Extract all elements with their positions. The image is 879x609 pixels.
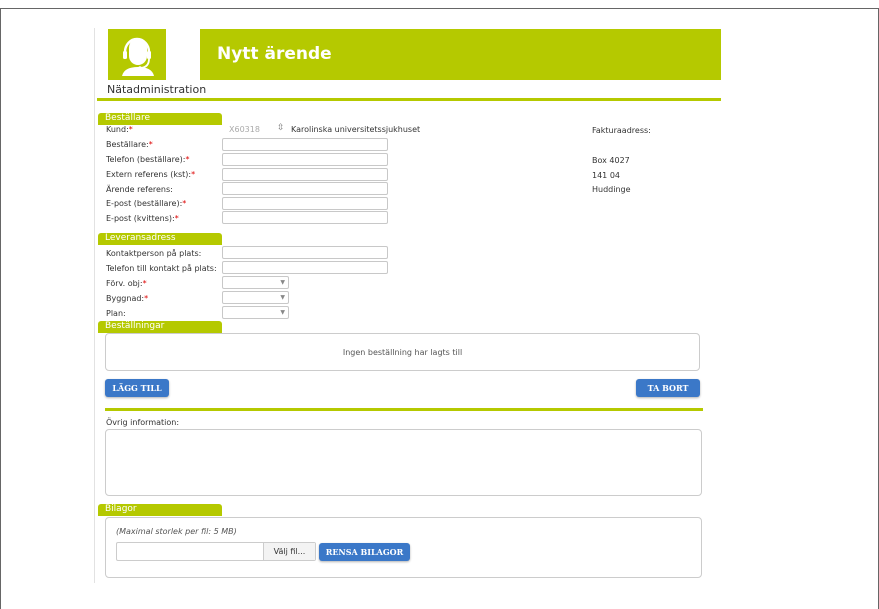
field-label-kund: Kund:* — [106, 125, 133, 134]
field-label-telefon-kontakt: Telefon till kontakt på plats: — [106, 264, 217, 273]
orders-list: Ingen beställning har lagts till — [105, 333, 700, 371]
telefon-kontakt-input[interactable] — [222, 261, 388, 274]
telefon-input[interactable] — [222, 153, 388, 166]
page-subtitle: Nätadministration — [107, 83, 207, 96]
extern-referens-input[interactable] — [222, 168, 388, 181]
section-bestallningar: Beställningar — [98, 321, 222, 332]
fakturaadress-line3: Huddinge — [592, 185, 631, 194]
field-label-bestallare: Beställare:* — [106, 140, 153, 149]
field-label-plan: Plan: — [106, 309, 126, 318]
fakturaadress-line1: Box 4027 — [592, 156, 630, 165]
chevron-down-icon: ▼ — [280, 279, 285, 286]
orders-divider — [105, 408, 703, 411]
chevron-down-icon: ▼ — [280, 309, 285, 316]
epost-bestallare-input[interactable] — [222, 197, 388, 210]
add-order-button[interactable]: LÄGG TILL — [105, 379, 169, 397]
arende-referens-input[interactable] — [222, 182, 388, 195]
max-size-note: (Maximal storlek per fil: 5 MB) — [116, 527, 237, 536]
field-label-epost-kvittens: E-post (kvittens):* — [106, 214, 179, 223]
fakturaadress-label: Fakturaadress: — [592, 126, 651, 135]
chevron-down-icon: ▼ — [280, 294, 285, 301]
ovrig-label: Övrig information: — [106, 418, 180, 427]
kund-name: Karolinska universitetssjukhuset — [291, 125, 421, 134]
header-divider — [97, 98, 721, 101]
orders-empty-message: Ingen beställning har lagts till — [342, 348, 463, 357]
clear-attachments-button[interactable]: RENSA BILAGOR — [319, 543, 410, 561]
epost-kvittens-input[interactable] — [222, 211, 388, 224]
kontaktperson-input[interactable] — [222, 246, 388, 259]
field-label-byggnad: Byggnad:* — [106, 294, 149, 303]
field-label-forv-obj: Förv. obj:* — [106, 279, 147, 288]
ovrig-textarea[interactable] — [105, 429, 702, 496]
plan-select[interactable]: ▼ — [222, 306, 289, 319]
choose-file-button[interactable]: Välj fil... — [263, 543, 315, 560]
section-bilagor-rule — [98, 515, 222, 516]
section-leveransadress-rule — [98, 244, 222, 245]
headset-support-icon — [122, 37, 154, 76]
left-divider — [94, 28, 95, 583]
section-leveransadress: Leveransadress — [98, 233, 222, 244]
header-bar: Nytt ärende — [200, 29, 721, 80]
remove-order-button[interactable]: TA BORT — [636, 379, 700, 397]
section-bestallare: Beställare — [98, 113, 222, 124]
field-label-extern-referens: Extern referens (kst):* — [106, 170, 196, 179]
file-input[interactable]: Välj fil... — [116, 542, 316, 561]
field-label-telefon: Telefon (beställare):* — [106, 155, 190, 164]
section-bilagor: Bilagor — [98, 504, 222, 515]
logo — [108, 29, 166, 80]
field-label-kontaktperson: Kontaktperson på plats: — [106, 249, 202, 258]
field-label-arende-referens: Ärende referens: — [106, 185, 173, 194]
byggnad-select[interactable]: ▼ — [222, 291, 289, 304]
swap-icon[interactable]: ⇳ — [277, 123, 285, 133]
page-title: Nytt ärende — [217, 44, 332, 64]
field-label-epost-bestallare: E-post (beställare):* — [106, 199, 187, 208]
fakturaadress-line2: 141 04 — [592, 171, 620, 180]
bestallare-input[interactable] — [222, 138, 388, 151]
forv-obj-select[interactable]: ▼ — [222, 276, 289, 289]
kund-code: X60318 — [229, 125, 260, 134]
